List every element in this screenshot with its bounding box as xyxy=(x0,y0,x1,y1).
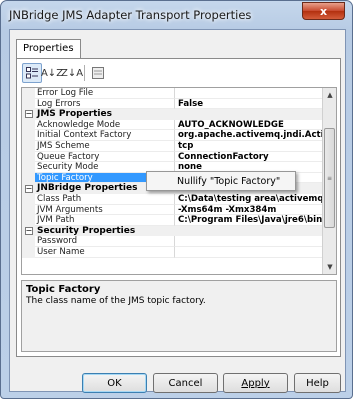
property-row[interactable]: User Name xyxy=(22,246,336,258)
property-row[interactable]: Error Log File xyxy=(22,88,336,99)
apply-label: Apply xyxy=(241,377,270,389)
minus-box-icon: − xyxy=(24,109,33,119)
property-name[interactable]: JMS Scheme xyxy=(35,140,175,152)
property-value[interactable]: -Xms64m -Xmx384m xyxy=(175,205,323,216)
property-row[interactable]: JVM Path C:\Program Files\Java\jre6\bin\c xyxy=(22,215,336,226)
property-name[interactable]: JVM Path xyxy=(35,215,175,226)
description-panel: Topic Factory The class name of the JMS … xyxy=(21,280,337,352)
property-value[interactable]: C:\Data\testing area\activemq-al xyxy=(175,194,323,205)
row-gutter xyxy=(22,215,35,226)
property-row[interactable]: JVM Arguments -Xms64m -Xmx384m xyxy=(22,204,336,216)
sort-alphabetical-icon[interactable]: A↓Z xyxy=(41,63,63,83)
property-row[interactable]: Initial Context Factory org.apache.active… xyxy=(22,130,336,141)
collapse-toggle-icon[interactable]: − xyxy=(22,225,35,237)
sort-descending-icon[interactable]: Z↓A xyxy=(61,63,83,83)
property-pages-icon[interactable] xyxy=(88,63,108,83)
cancel-button[interactable]: Cancel xyxy=(153,373,218,393)
row-gutter xyxy=(22,236,35,247)
vertical-scrollbar[interactable]: ▲ ≡ ▼ xyxy=(322,88,336,274)
property-value[interactable] xyxy=(175,236,323,247)
property-row[interactable]: Password xyxy=(22,236,336,247)
property-name[interactable]: Log Errors xyxy=(35,98,175,110)
row-gutter xyxy=(22,88,35,99)
property-value[interactable] xyxy=(175,247,323,258)
apply-button[interactable]: Apply xyxy=(223,373,288,393)
category-label: JMS Properties xyxy=(37,109,112,120)
row-gutter xyxy=(22,193,35,205)
description-title: Topic Factory xyxy=(26,284,101,295)
property-name[interactable]: User Name xyxy=(35,246,175,258)
property-name[interactable]: Queue Factory xyxy=(35,151,175,163)
category-row[interactable]: − Security Properties xyxy=(22,225,336,237)
row-gutter xyxy=(22,151,35,163)
property-value[interactable]: AUTO_ACKNOWLEDGE xyxy=(175,120,323,131)
row-gutter xyxy=(22,140,35,152)
property-name[interactable]: Initial Context Factory xyxy=(35,130,175,141)
property-row[interactable]: Queue Factory ConnectionFactory xyxy=(22,151,336,163)
properties-panel: A↓Z Z↓A Error Log File Log Errors False − JM… xyxy=(16,58,341,357)
property-value[interactable]: tcp xyxy=(175,141,323,152)
row-gutter xyxy=(22,246,35,258)
property-row[interactable]: Acknowledge Mode AUTO_ACKNOWLEDGE xyxy=(22,119,336,131)
collapse-toggle-icon[interactable]: − xyxy=(22,109,35,120)
property-name[interactable]: Error Log File xyxy=(35,88,175,99)
window-title: JNBridge JMS Adapter Transport Propertie… xyxy=(9,8,252,22)
minus-box-icon: − xyxy=(24,226,33,236)
scroll-thumb[interactable]: ≡ xyxy=(324,128,335,228)
property-row[interactable]: Class Path C:\Data\testing area\activemq-… xyxy=(22,193,336,205)
close-button[interactable]: x xyxy=(302,2,345,20)
categorized-icon[interactable] xyxy=(22,63,42,83)
scroll-down-arrow-icon[interactable]: ▼ xyxy=(323,260,336,274)
property-row[interactable]: JMS Scheme tcp xyxy=(22,140,336,152)
category-label: Security Properties xyxy=(37,225,136,236)
property-value[interactable]: org.apache.activemq.jndi.ActiveM xyxy=(175,130,323,141)
property-grid-toolbar: A↓Z Z↓A xyxy=(20,62,336,84)
row-gutter xyxy=(22,172,35,184)
help-button[interactable]: Help xyxy=(294,373,341,393)
dialog-window: JNBridge JMS Adapter Transport Propertie… xyxy=(0,0,353,399)
row-gutter xyxy=(22,130,35,141)
property-value[interactable]: C:\Program Files\Java\jre6\bin\c xyxy=(175,215,323,226)
scroll-up-arrow-icon[interactable]: ▲ xyxy=(323,88,336,102)
toolbar-separator xyxy=(84,65,85,81)
property-name[interactable]: JVM Arguments xyxy=(35,204,175,216)
row-gutter xyxy=(22,98,35,110)
title-bar[interactable]: JNBridge JMS Adapter Transport Propertie… xyxy=(1,1,352,29)
collapse-toggle-icon[interactable]: − xyxy=(22,183,35,194)
property-value[interactable]: ConnectionFactory xyxy=(175,152,323,163)
context-menu-item-nullify[interactable]: Nullify "Topic Factory" xyxy=(177,176,280,187)
row-gutter xyxy=(22,204,35,216)
dialog-client-area: Properties A↓Z Z↓A Error Log File Log Er… xyxy=(9,29,346,393)
ok-button[interactable]: OK xyxy=(82,373,147,393)
row-gutter xyxy=(22,119,35,131)
property-row[interactable]: Log Errors False xyxy=(22,98,336,110)
property-name[interactable]: Password xyxy=(35,236,175,247)
minus-box-icon: − xyxy=(24,183,33,193)
row-gutter xyxy=(22,162,35,173)
property-name[interactable]: Class Path xyxy=(35,193,175,205)
tab-properties[interactable]: Properties xyxy=(16,39,81,59)
property-name[interactable]: Acknowledge Mode xyxy=(35,119,175,131)
description-text: The class name of the JMS topic factory. xyxy=(26,296,206,306)
property-value[interactable] xyxy=(175,88,323,99)
category-row[interactable]: − JMS Properties xyxy=(22,109,336,120)
property-value[interactable]: False xyxy=(175,99,323,110)
context-menu: Nullify "Topic Factory" xyxy=(146,171,296,191)
